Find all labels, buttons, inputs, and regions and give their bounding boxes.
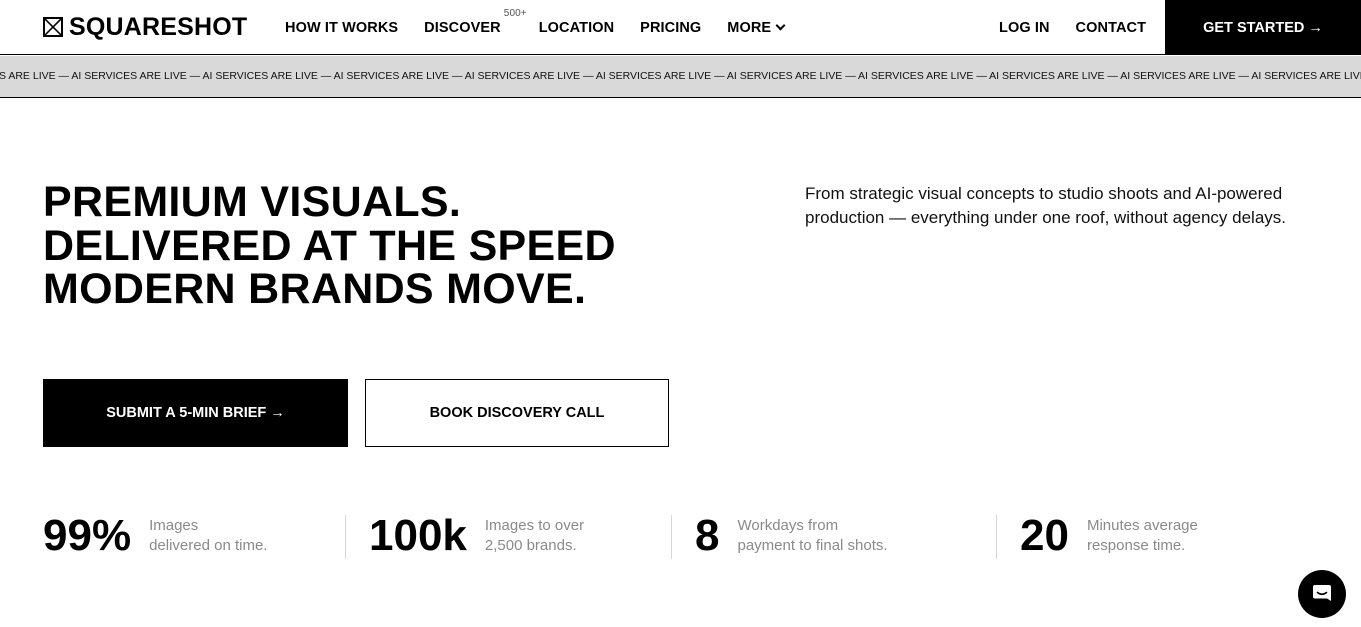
logo-text: SQUARESHOT: [69, 13, 248, 41]
stat-value: 99%: [43, 511, 132, 560]
ticker-text: ES ARE LIVE — AI SERVICES ARE LIVE — AI …: [0, 70, 1361, 82]
logo[interactable]: SQUARESHOT: [43, 14, 247, 40]
stat-desc-line-2: 2,500 brands.: [484, 537, 577, 554]
headline-line-3: MODERN BRANDS MOVE.: [43, 265, 587, 313]
stat-description: Workdays from payment to final shots.: [737, 516, 887, 556]
nav-more[interactable]: MORE: [727, 19, 786, 36]
site-header: SQUARESHOT HOW IT WORKS DISCOVER 500+ LO…: [0, 0, 1361, 55]
stat-value: 8: [695, 511, 720, 560]
stat-desc-line-2: response time.: [1086, 537, 1186, 554]
nav-more-label: MORE: [727, 19, 772, 36]
nav-discover-label: DISCOVER: [424, 19, 501, 36]
submit-brief-button[interactable]: SUBMIT A 5-MIN BRIEF →: [43, 379, 348, 447]
stat-desc-line-1: Images: [149, 517, 199, 534]
hero-headline: PREMIUM VISUALS. DELIVERED AT THE SPEED …: [43, 178, 683, 313]
stat-desc-line-2: payment to final shots.: [737, 537, 888, 554]
stat-value: 20: [1020, 511, 1069, 560]
stat-divider: [996, 515, 997, 559]
login-link[interactable]: LOG IN: [999, 20, 1050, 36]
stat-desc-line-1: Workdays from: [737, 517, 839, 534]
headline-line-2: DELIVERED AT THE SPEED: [43, 221, 616, 270]
chat-icon: [1313, 585, 1331, 601]
stat-on-time: 99% Images delivered on time.: [43, 511, 267, 560]
stat-desc-line-1: Minutes average: [1086, 517, 1198, 534]
logo-square-icon: [43, 17, 63, 37]
stat-images: 100k Images to over 2,500 brands.: [369, 511, 584, 560]
stat-description: Images delivered on time.: [149, 516, 267, 556]
nav-pricing[interactable]: PRICING: [640, 20, 701, 36]
book-discovery-call-button[interactable]: BOOK DISCOVERY CALL: [365, 379, 669, 447]
stat-description: Images to over 2,500 brands.: [485, 516, 584, 556]
contact-link[interactable]: CONTACT: [1076, 20, 1147, 36]
stat-divider: [671, 515, 672, 559]
nav-how-it-works[interactable]: HOW IT WORKS: [285, 20, 398, 36]
main-nav: HOW IT WORKS DISCOVER 500+ LOCATION PRIC…: [285, 0, 810, 55]
nav-discover[interactable]: DISCOVER 500+: [424, 8, 526, 36]
get-started-button[interactable]: GET STARTED →: [1165, 0, 1361, 55]
stat-description: Minutes average response time.: [1087, 516, 1198, 556]
announcement-ticker: ES ARE LIVE — AI SERVICES ARE LIVE — AI …: [0, 56, 1361, 98]
stat-desc-line-2: delivered on time.: [149, 537, 268, 554]
nav-location[interactable]: LOCATION: [539, 20, 614, 36]
account-nav: LOG IN CONTACT: [999, 0, 1146, 55]
chevron-down-icon: [775, 20, 786, 30]
discover-count-badge: 500+: [503, 7, 527, 19]
stat-desc-line-1: Images to over: [484, 517, 585, 534]
stat-response-time: 20 Minutes average response time.: [1020, 511, 1198, 560]
stat-value: 100k: [369, 511, 467, 560]
stat-divider: [345, 515, 346, 559]
headline-line-1: PREMIUM VISUALS.: [43, 178, 462, 226]
stat-workdays: 8 Workdays from payment to final shots.: [695, 511, 888, 560]
chat-launcher-button[interactable]: [1298, 570, 1346, 618]
hero-intro: From strategic visual concepts to studio…: [805, 184, 1287, 227]
